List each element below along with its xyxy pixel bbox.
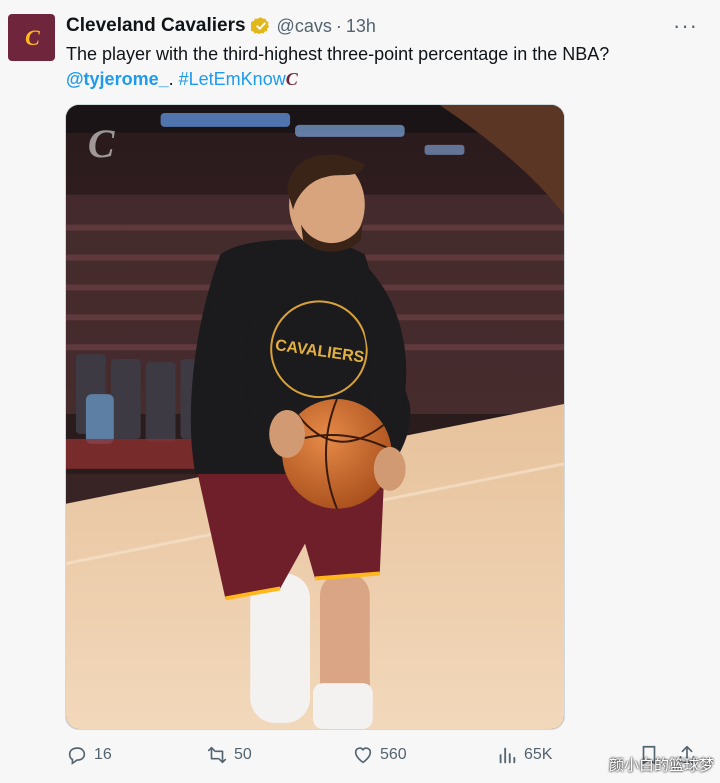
reply-count: 16	[94, 746, 112, 763]
handle[interactable]: @cavs	[277, 16, 332, 37]
tweet-header: Cleveland Cavaliers @cavs · 13h	[66, 14, 376, 38]
views-count: 65K	[524, 746, 553, 763]
heart-icon	[354, 747, 372, 764]
avatar[interactable]: C	[8, 14, 55, 61]
photo-logo: C	[88, 121, 115, 166]
watermark: 颜小白的篮球梦	[608, 757, 714, 774]
views-button[interactable]: 65K	[496, 744, 552, 766]
timestamp[interactable]: 13h	[346, 16, 376, 37]
tweet-text: The player with the third-highest three-…	[66, 42, 696, 92]
cavs-hashflag-icon: C	[285, 69, 298, 89]
more-options-icon[interactable]: ···	[673, 15, 698, 37]
reply-icon	[68, 747, 86, 765]
mention-link[interactable]: @tyjerome_	[66, 69, 169, 89]
like-button[interactable]: 560	[352, 744, 407, 766]
views-chart-icon	[499, 747, 516, 764]
retweet-icon	[207, 746, 227, 764]
cavs-logo-text: C	[25, 24, 40, 50]
retweet-button[interactable]: 50	[206, 744, 252, 766]
tweet[interactable]: C Cleveland Cavaliers @cavs · 13h ··· Th…	[0, 0, 720, 783]
display-name[interactable]: Cleveland Cavaliers	[66, 15, 246, 37]
verified-badge-icon	[250, 17, 269, 35]
reply-button[interactable]: 16	[66, 744, 112, 766]
mention-punct: .	[168, 69, 174, 89]
tweet-photo[interactable]: C CAVALIERS	[65, 104, 565, 730]
photo-illustration: C CAVALIERS	[66, 105, 564, 729]
hashtag-link[interactable]: #LetEmKnow	[179, 69, 286, 89]
like-count: 560	[380, 746, 407, 763]
retweet-count: 50	[234, 746, 252, 763]
separator-dot: ·	[335, 15, 342, 36]
tweet-body: The player with the third-highest three-…	[66, 44, 610, 64]
